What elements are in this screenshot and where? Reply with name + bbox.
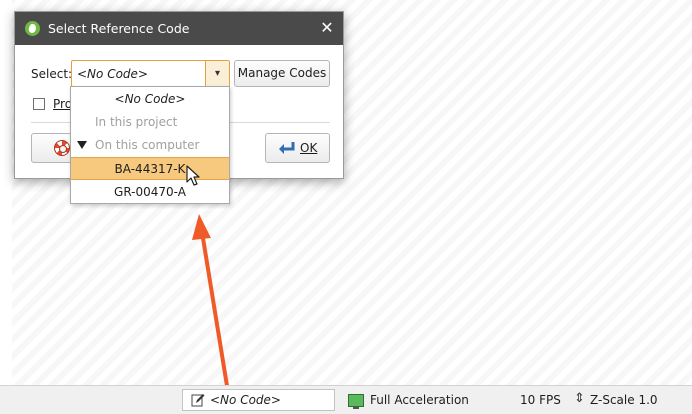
ok-button[interactable]: OK [265,133,330,163]
status-code-text: <No Code> [210,393,281,407]
leapfrog-app-icon [25,21,40,36]
checkbox[interactable] [33,98,45,110]
dropdown-group-on-this-computer[interactable]: On this computer [71,134,229,157]
lifebuoy-icon [54,140,70,156]
reference-code-dropdown: <No Code> In this project On this comput… [70,86,230,204]
select-label: Select: [31,67,73,81]
status-reference-code[interactable]: <No Code> [182,389,335,411]
close-button[interactable]: ✕ [317,18,337,38]
manage-codes-button[interactable]: Manage Codes [234,60,330,87]
dropdown-item-no-code[interactable]: <No Code> [71,88,229,111]
mouse-cursor-icon [186,165,200,186]
dialog-titlebar: Select Reference Code ✕ [15,12,343,45]
reference-code-combobox[interactable]: <No Code> ▾ [71,60,230,87]
dropdown-item-gr-00470-a[interactable]: GR-00470-A [71,181,229,204]
z-scale-value[interactable]: Z-Scale 1.0 [590,393,658,407]
fps-counter: 10 FPS [520,393,561,407]
ok-label: OK [300,141,318,155]
acceleration-status: Full Acceleration [370,393,469,407]
viewer-left-edge [0,0,12,385]
group-label: On this computer [95,138,200,152]
monitor-icon [348,394,364,409]
combobox-value: <No Code> [77,67,148,81]
ok-enter-icon [279,142,295,154]
dropdown-group-in-this-project: In this project [95,115,178,129]
dropdown-item-ba-44317-k[interactable]: BA-44317-K [71,157,229,180]
z-scale-icon: ⇕ [574,391,585,406]
status-bar: <No Code> Full Acceleration 10 FPS ⇕ Z-S… [0,385,692,414]
expand-triangle-icon[interactable] [77,141,87,149]
chevron-down-icon[interactable]: ▾ [205,61,229,86]
manage-codes-label: Manage Codes [237,66,327,80]
annotation-arrow-icon [192,214,230,394]
edit-icon [191,394,205,407]
dialog-title: Select Reference Code [48,21,190,36]
